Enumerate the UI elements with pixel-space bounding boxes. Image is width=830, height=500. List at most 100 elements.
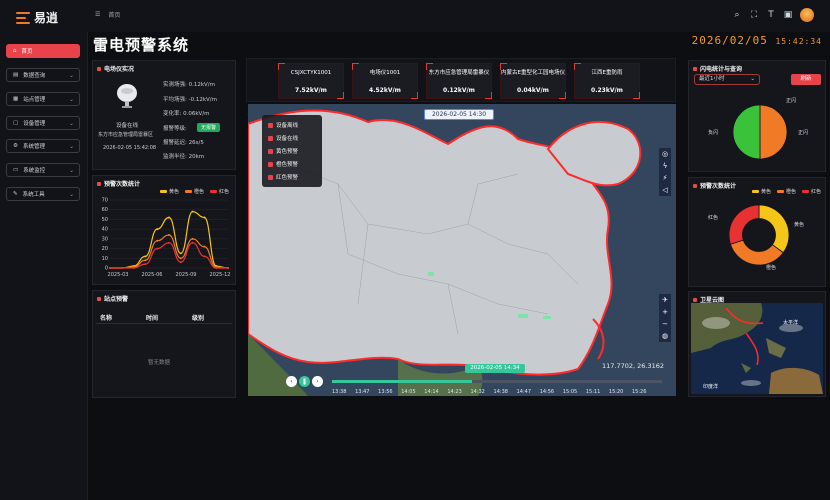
layer-toggle[interactable]: 设备在线 — [268, 134, 298, 142]
table-header: 时间 — [146, 315, 159, 322]
pie-label: 正闪 — [786, 98, 797, 104]
kv-label: 报警等级: — [163, 126, 187, 132]
kv-value: 0.06kV/m — [183, 111, 210, 117]
fullscreen-icon[interactable]: ⛶ — [749, 10, 759, 20]
top-toolbar: ⌕ ⛶ T ▣ — [732, 8, 814, 22]
layer-toggle[interactable]: 黄色预警 — [268, 147, 298, 155]
field-card[interactable]: 内蒙古E重型化工园电场仪 0.04kV/m — [500, 63, 566, 99]
avatar[interactable] — [800, 8, 814, 22]
data-point — [191, 210, 194, 213]
map-tools-top: ◎ ϟ ⚡ ◁ — [659, 148, 671, 196]
checkbox-icon — [268, 174, 273, 180]
plane-icon[interactable]: ✈ — [662, 294, 668, 306]
sidebar-item-device[interactable]: ▢ 设备管理 ⌄ — [6, 116, 80, 130]
panel-title: 站点预警 — [97, 294, 128, 303]
compass-icon[interactable]: ◎ — [662, 148, 668, 160]
data-point — [191, 241, 194, 244]
chevron-down-icon: ⌄ — [68, 166, 74, 174]
data-point — [144, 259, 147, 262]
sidebar-item-home[interactable]: ⌂ 首页 — [6, 44, 80, 58]
timeline-tick-label: 15:11 — [585, 389, 601, 395]
top-bar: 易逍 ☰ 首页 ⌕ ⛶ T ▣ — [0, 0, 830, 32]
flash-icon[interactable]: ⚡ — [663, 172, 668, 184]
x-tick-label: 2025-03 — [108, 272, 129, 278]
layout-icon[interactable]: ▣ — [783, 10, 793, 20]
data-point — [179, 257, 182, 260]
layer-toggle[interactable]: 红色预警 — [268, 173, 298, 181]
breadcrumb-home[interactable]: 首页 — [108, 10, 120, 19]
search-icon[interactable]: ⌕ — [732, 10, 742, 20]
zoom-out-icon[interactable]: − — [662, 318, 668, 330]
app-logo[interactable]: 易逍 — [16, 9, 58, 26]
sidebar-item-label: 系统工具 — [22, 192, 45, 198]
data-point — [179, 261, 182, 264]
data-point — [144, 263, 147, 266]
data-point — [144, 255, 147, 258]
pie-label: 橙色 — [766, 265, 777, 271]
field-card[interactable]: 江西E重防雨 0.23kV/m — [574, 63, 640, 99]
data-point — [109, 267, 111, 269]
device-station: 东方市应急管理局雷暴区 — [98, 132, 154, 138]
pause-icon[interactable]: ❚ — [299, 376, 310, 387]
font-size-icon[interactable]: T — [766, 10, 776, 20]
lightning-pie-chart — [732, 104, 788, 160]
series-line — [110, 211, 229, 269]
kv-label: 变化率: — [163, 111, 182, 117]
kv-label: 实测场强: — [163, 82, 187, 88]
sidebar-item-monitor[interactable]: ▭ 系统监控 ⌄ — [6, 163, 80, 177]
sidebar-item-station[interactable]: ▦ 站点管理 ⌄ — [6, 92, 80, 106]
sidebar-item-label: 数据查询 — [23, 73, 46, 79]
document-icon: ▤ — [13, 72, 19, 78]
kv-value: 0.12kV/m — [188, 82, 216, 88]
prev-icon[interactable]: ‹ — [286, 376, 297, 387]
timeline-tick-label: 14:32 — [470, 389, 485, 395]
data-point — [168, 233, 170, 236]
device-status: 设备在线 — [116, 123, 139, 129]
sidebar-item-tools[interactable]: ✎ 系统工具 ⌄ — [6, 187, 80, 201]
field-card[interactable]: CSJXCTYK1001 7.52kV/m — [278, 63, 344, 99]
layer-toggle[interactable]: 橙色预警 — [268, 160, 298, 168]
sidebar-item-system[interactable]: ⚙ 系统管理 ⌄ — [6, 139, 80, 153]
device-icon: ▢ — [13, 120, 19, 126]
kv-label: 报警延迟: — [163, 140, 187, 146]
clock-time: 15:42:34 — [775, 37, 822, 46]
refresh-button[interactable]: 刷新 — [791, 74, 821, 85]
data-point — [203, 245, 206, 248]
data-point — [156, 239, 159, 242]
zoom-in-icon[interactable]: + — [662, 306, 668, 318]
speaker-icon[interactable]: ◁ — [662, 184, 667, 196]
card-value: 0.12kV/m — [443, 87, 475, 94]
card-value: 4.52kV/m — [369, 87, 401, 94]
field-card[interactable]: 电场仪1001 4.52kV/m — [352, 63, 418, 99]
legend-label: 黄色 — [761, 189, 772, 195]
page-title: 雷电预警系统 — [93, 36, 190, 54]
layers-icon[interactable]: ◍ — [662, 330, 668, 342]
satellite-image[interactable]: 太平洋 印度洋 — [691, 303, 823, 394]
alarm-level-badge[interactable]: 无报警 — [197, 123, 221, 132]
field-card[interactable]: 东方市应急管理局雷暴仪 0.12kV/m — [426, 63, 492, 99]
pie-label: 正闪 — [798, 130, 809, 136]
chart-legend: 黄色 橙色 红色 — [752, 188, 821, 195]
layer-toggle[interactable]: 设备离线 — [268, 121, 298, 129]
table-header: 级别 — [192, 315, 205, 322]
sidebar-item-label: 首页 — [21, 49, 33, 55]
pie-slice — [728, 204, 760, 245]
panel-title: 预警次数统计 — [97, 179, 140, 188]
kv-row: 报警等级: — [163, 124, 187, 132]
pie-label: 红色 — [708, 215, 719, 221]
table-header: 名称 — [100, 315, 113, 322]
time-range-select[interactable]: 最近1小时 ⌄ — [694, 74, 760, 85]
next-icon[interactable]: › — [312, 376, 323, 387]
sidebar-item-data-query[interactable]: ▤ 数据查询 ⌄ — [6, 68, 80, 82]
menu-collapse-icon[interactable]: ☰ — [95, 11, 100, 18]
chevron-down-icon: ⌄ — [750, 76, 755, 82]
card-value: 0.23kV/m — [591, 87, 623, 94]
device-timestamp: 2026-02-05 15:42:08 — [103, 145, 157, 151]
lightning-icon[interactable]: ϟ — [663, 160, 668, 172]
chevron-down-icon: ⌄ — [68, 142, 74, 150]
x-tick-label: 2025-09 — [176, 272, 197, 278]
legend-item: 橙色 — [777, 188, 796, 195]
pie-label: 黄色 — [794, 222, 805, 228]
data-point — [168, 216, 170, 219]
y-tick-label: 70 — [102, 198, 108, 204]
